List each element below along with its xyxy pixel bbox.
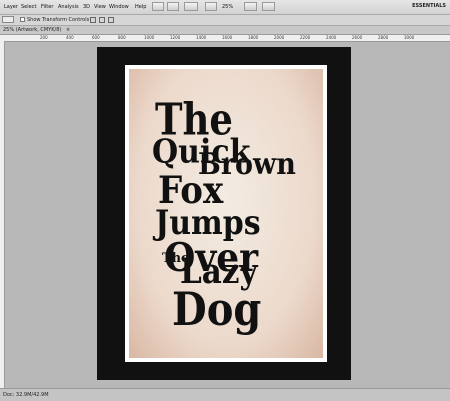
ruler-tick: 1800 [248,35,259,40]
poster-word-dog: Dog [172,282,262,337]
mini-bridge-button[interactable] [167,2,179,11]
tool-preset-picker[interactable] [2,16,14,23]
ruler-tick: 2400 [326,35,337,40]
menu-bar: Layer Select Filter Analysis 3D View Win… [0,0,450,15]
ruler-tick: 1400 [196,35,207,40]
menu-window[interactable]: Window [109,4,129,10]
ruler-tick: 600 [92,35,100,40]
menu-analysis[interactable]: Analysis [58,4,79,10]
arrange-documents-button[interactable] [244,2,257,11]
menu-select[interactable]: Select [21,4,36,10]
ruler-tick: 2200 [300,35,311,40]
close-icon[interactable]: × [66,27,70,33]
zoom-tool-button[interactable] [205,2,217,11]
menu-view[interactable]: View [94,4,106,10]
view-extras-button[interactable] [184,2,198,11]
options-bar: Show Transform Controls [0,15,450,26]
ruler-tick: 400 [66,35,74,40]
menu-filter[interactable]: Filter [41,4,53,10]
doc-size-readout[interactable]: Doc: 32.9M/42.9M [3,392,49,398]
align-center-icon[interactable] [99,17,105,23]
horizontal-ruler[interactable]: 200 400 600 800 1000 1200 1400 1600 1800… [0,35,450,42]
document-tab[interactable]: 25% (Artwork, CMYK/8) × [0,26,450,35]
ruler-tick: 1000 [144,35,155,40]
ruler-tick: 3000 [404,35,415,40]
show-transform-checkbox[interactable] [20,17,25,22]
ruler-tick: 200 [40,35,48,40]
poster-artwork[interactable]: The Quick Brown Fox Jumps Over The Lazy … [125,65,327,362]
align-top-icon[interactable] [90,17,96,23]
zoom-level[interactable]: 25% [222,4,233,10]
show-transform-label: Show Transform Controls [27,17,90,23]
menu-3d[interactable]: 3D [83,4,90,10]
ruler-tick: 1600 [222,35,233,40]
status-bar: Doc: 32.9M/42.9M [0,388,450,401]
ruler-tick: 2800 [378,35,389,40]
menu-layer[interactable]: Layer [4,4,18,10]
ruler-tick: 800 [118,35,126,40]
align-bottom-icon[interactable] [108,17,114,23]
document-tab-title: 25% (Artwork, CMYK/8) [3,27,62,33]
ruler-tick: 1200 [170,35,181,40]
ruler-tick: 2000 [274,35,285,40]
menu-help[interactable]: Help [135,4,146,10]
bridge-button[interactable] [152,2,164,11]
workspace-switcher[interactable]: ESSENTIALS [412,3,446,9]
screen-mode-button[interactable] [262,2,275,11]
ruler-tick: 2600 [352,35,363,40]
